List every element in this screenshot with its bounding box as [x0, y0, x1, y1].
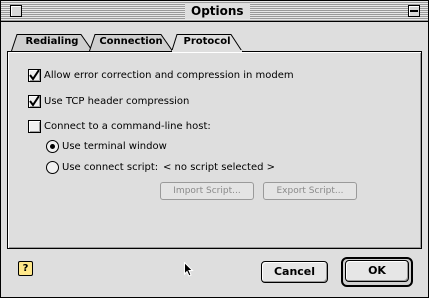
- help-icon[interactable]: ?: [18, 261, 33, 276]
- import-script-button[interactable]: Import Script...: [160, 182, 254, 200]
- checkmark-icon: [29, 96, 40, 107]
- title-bar[interactable]: Options: [1, 1, 428, 22]
- close-box-icon[interactable]: [10, 5, 22, 17]
- arrow-cursor-icon: [184, 262, 194, 277]
- tcp-header-label[interactable]: Use TCP header compression: [44, 95, 189, 108]
- error-correction-label[interactable]: Allow error correction and compression i…: [44, 69, 294, 82]
- tab-connection[interactable]: Connection: [89, 33, 173, 51]
- protocol-panel: Allow error correction and compression i…: [7, 51, 422, 249]
- tcp-header-checkbox[interactable]: [28, 95, 41, 108]
- command-line-host-checkbox[interactable]: [28, 120, 41, 133]
- checkmark-icon: [29, 70, 40, 81]
- tab-protocol[interactable]: Protocol: [171, 33, 243, 52]
- command-line-host-label[interactable]: Connect to a command-line host:: [44, 120, 211, 133]
- connect-script-radio[interactable]: [46, 161, 59, 174]
- connect-script-label[interactable]: Use connect script:: [62, 161, 158, 174]
- tab-label: Protocol: [183, 36, 231, 47]
- radio-dot: [50, 144, 55, 149]
- window-title: Options: [185, 3, 250, 19]
- cancel-button[interactable]: Cancel: [261, 261, 328, 283]
- tab-redialing[interactable]: Redialing: [11, 33, 93, 51]
- ok-button[interactable]: OK: [345, 260, 409, 282]
- error-correction-checkbox[interactable]: [28, 69, 41, 82]
- tab-label: Redialing: [25, 36, 79, 47]
- tab-label: Connection: [99, 36, 163, 47]
- options-window: Options Redialing Connection Protocol Al…: [0, 0, 429, 298]
- connect-script-value: < no script selected >: [163, 162, 276, 173]
- terminal-window-radio[interactable]: [46, 140, 59, 153]
- export-script-button[interactable]: Export Script...: [263, 182, 357, 200]
- terminal-window-label[interactable]: Use terminal window: [62, 140, 167, 153]
- collapse-box-icon[interactable]: [408, 5, 420, 17]
